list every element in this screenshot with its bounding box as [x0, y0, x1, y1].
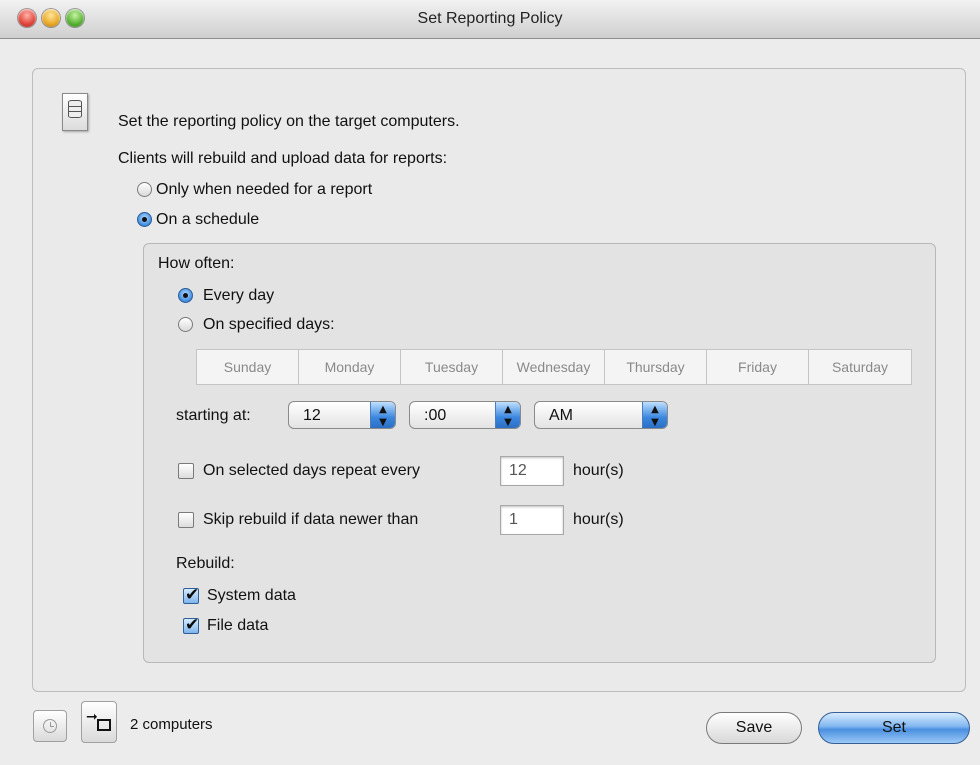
day-thursday[interactable]: Thursday — [605, 350, 707, 384]
day-wednesday[interactable]: Wednesday — [503, 350, 605, 384]
ampm-value: AM — [549, 407, 573, 424]
clock-icon — [43, 719, 57, 733]
file-data-checkbox[interactable] — [183, 615, 199, 635]
repeat-checkbox[interactable] — [178, 463, 194, 479]
minute-stepper-icon: ▲ ▼ — [495, 402, 520, 428]
skip-unit-label: hour(s) — [573, 511, 624, 528]
minute-value: :00 — [424, 407, 447, 424]
days-of-week-selector: Sunday Monday Tuesday Wednesday Thursday… — [196, 349, 912, 385]
system-data-label[interactable]: System data — [207, 587, 296, 605]
minute-popup[interactable]: :00 ▲ ▼ — [409, 401, 521, 429]
radio-every-day-label[interactable]: Every day — [203, 287, 274, 305]
radio-specified-days[interactable] — [178, 317, 193, 332]
day-saturday[interactable]: Saturday — [809, 350, 911, 384]
day-sunday[interactable]: Sunday — [197, 350, 299, 384]
skip-rebuild-label[interactable]: Skip rebuild if data newer than — [203, 511, 418, 529]
save-button[interactable]: Save — [706, 712, 802, 744]
starting-at-label: starting at: — [176, 407, 251, 424]
how-often-label: How often: — [158, 255, 235, 272]
database-document-icon — [62, 93, 88, 131]
intro-heading: Set the reporting policy on the target c… — [118, 113, 460, 130]
computers-count: 2 computers — [130, 716, 213, 733]
system-data-checkbox[interactable] — [183, 585, 199, 605]
intro-subheading: Clients will rebuild and upload data for… — [118, 150, 448, 167]
set-button[interactable]: Set — [818, 712, 970, 744]
skip-rebuild-checkbox[interactable] — [178, 512, 194, 528]
day-monday[interactable]: Monday — [299, 350, 401, 384]
radio-only-when-needed-label[interactable]: Only when needed for a report — [156, 181, 372, 199]
dialog-window: Set Reporting Policy Set the reporting p… — [0, 0, 980, 765]
target-computers-button[interactable]: ➞ — [81, 701, 117, 743]
repeat-label[interactable]: On selected days repeat every — [203, 462, 420, 480]
repeat-unit-label: hour(s) — [573, 462, 624, 479]
hour-stepper-icon: ▲ ▼ — [370, 402, 395, 428]
skip-hours-field[interactable]: 1 — [500, 505, 564, 535]
radio-on-a-schedule[interactable] — [137, 212, 152, 227]
day-friday[interactable]: Friday — [707, 350, 809, 384]
history-clock-button[interactable] — [33, 710, 67, 742]
day-tuesday[interactable]: Tuesday — [401, 350, 503, 384]
send-to-computer-icon: ➞ — [86, 709, 98, 725]
radio-on-a-schedule-label[interactable]: On a schedule — [156, 211, 259, 229]
rebuild-label: Rebuild: — [176, 555, 235, 572]
ampm-popup[interactable]: AM ▲ ▼ — [534, 401, 668, 429]
radio-every-day[interactable] — [178, 288, 193, 303]
window-title: Set Reporting Policy — [417, 10, 563, 27]
hour-popup[interactable]: 12 ▲ ▼ — [288, 401, 396, 429]
radio-only-when-needed[interactable] — [137, 182, 152, 197]
file-data-label[interactable]: File data — [207, 617, 268, 635]
repeat-hours-field[interactable]: 12 — [500, 456, 564, 486]
title-bar: Set Reporting Policy — [0, 0, 980, 39]
radio-specified-days-label[interactable]: On specified days: — [203, 316, 335, 334]
hour-value: 12 — [303, 407, 321, 424]
ampm-stepper-icon: ▲ ▼ — [642, 402, 667, 428]
